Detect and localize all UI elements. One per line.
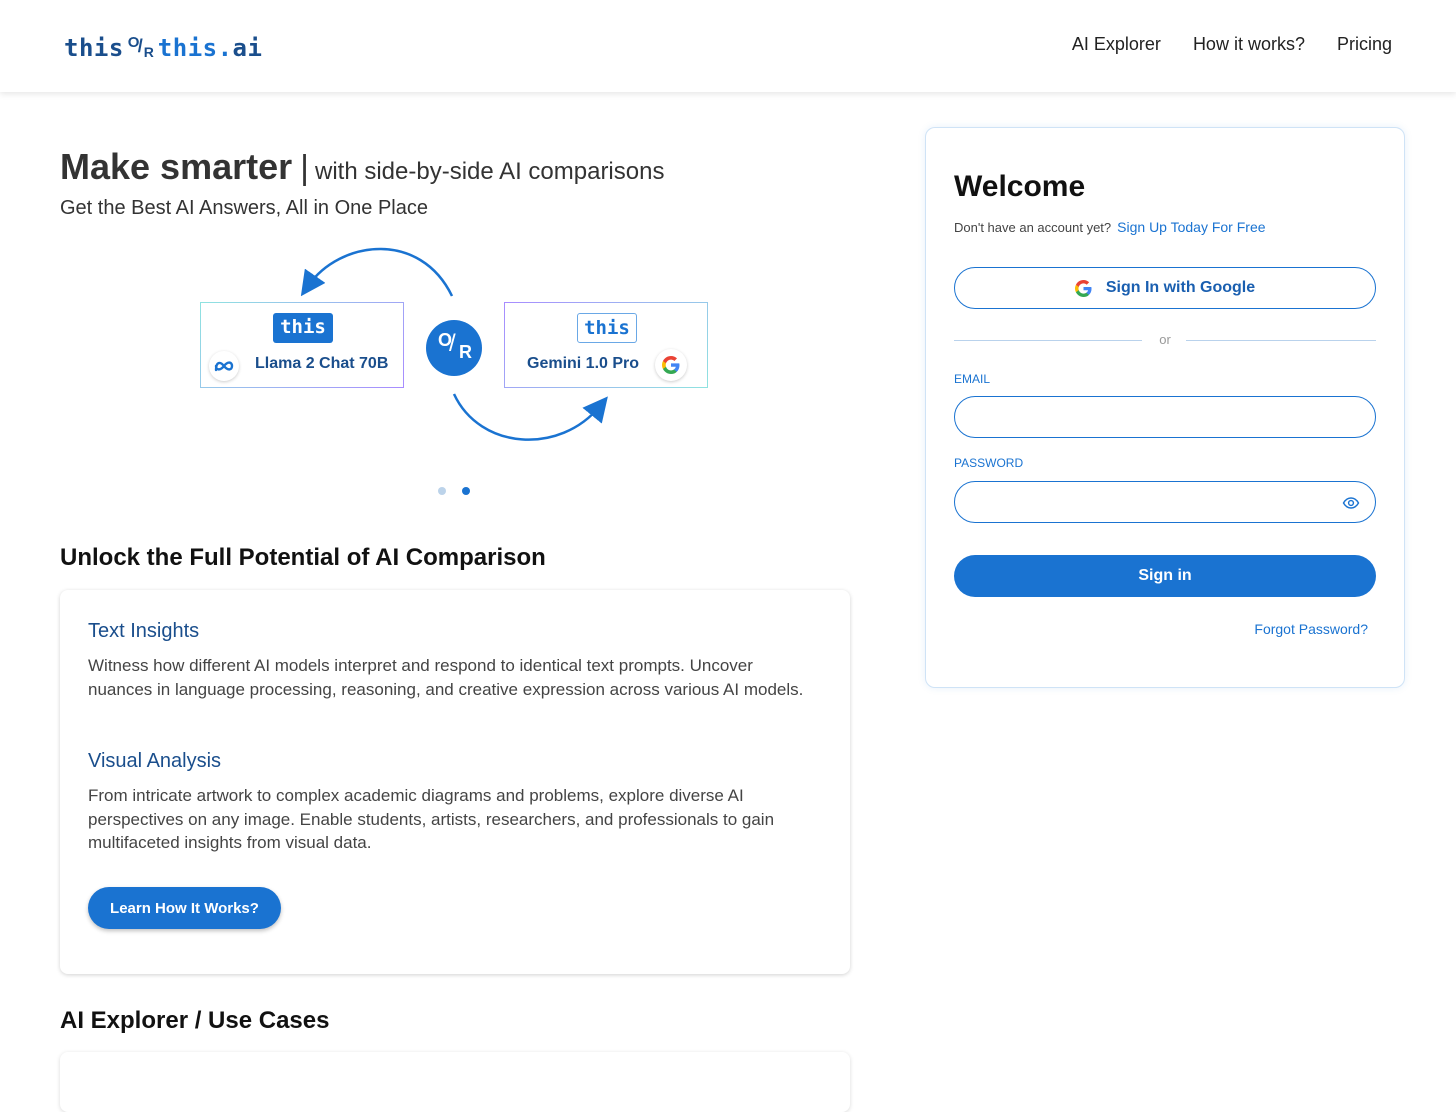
logo-this-left: this [64, 34, 124, 62]
email-label: EMAIL [954, 372, 991, 386]
hero-title-divider: | [300, 149, 309, 187]
password-field[interactable] [954, 481, 1376, 523]
signup-prompt: Don't have an account yet? Sign Up Today … [954, 219, 1266, 235]
google-signin-button[interactable]: Sign In with Google [954, 267, 1376, 309]
explorer-card [60, 1052, 850, 1112]
model-card-right: this Gemini 1.0 Pro [504, 302, 708, 388]
feature-title-visual-analysis: Visual Analysis [88, 750, 222, 772]
logo-ai: ai [232, 34, 263, 62]
eye-icon[interactable] [1342, 494, 1360, 512]
logo-or-slash: / [137, 36, 144, 56]
hero-title: Make smarter | with side-by-side AI compar… [60, 146, 664, 188]
divider-line-right [1186, 340, 1376, 341]
top-header: this O / R this . ai AI Explorer How it … [0, 0, 1456, 92]
no-account-text: Don't have an account yet? [954, 220, 1112, 235]
logo-or-mark: O / R [126, 32, 156, 62]
or-badge: O / R [426, 320, 482, 376]
features-card: Text Insights Witness how different AI m… [60, 590, 850, 974]
logo-or-r: R [143, 44, 155, 60]
model-card-left: this Llama 2 Chat 70B [200, 302, 404, 388]
google-signin-label: Sign In with Google [1105, 279, 1256, 296]
main-nav: AI Explorer How it works? Pricing [1072, 34, 1392, 55]
feature-body-visual-analysis: From intricate artwork to complex academ… [88, 786, 775, 852]
or-badge-r: R [459, 342, 472, 362]
model-name-right: Gemini 1.0 Pro [527, 355, 640, 372]
signin-button[interactable]: Sign in [954, 555, 1376, 597]
or-badge-slash: / [449, 330, 456, 357]
password-label: PASSWORD [954, 456, 1024, 470]
hero-tagline: with side-by-side AI comparisons [314, 158, 665, 185]
hero-subtitle: Get the Best AI Answers, All in One Plac… [60, 197, 428, 219]
brand-logo[interactable]: this O / R this . ai [64, 28, 262, 62]
hero-title-main: Make smarter [60, 146, 293, 187]
feature-body-text-insights: Witness how different AI models interpre… [88, 656, 804, 699]
this-tag: this [273, 313, 333, 343]
nav-pricing[interactable]: Pricing [1337, 34, 1392, 55]
nav-ai-explorer[interactable]: AI Explorer [1072, 34, 1161, 55]
comparison-graphic: this Llama 2 Chat 70B O / R this Gemini … [190, 240, 730, 460]
email-field[interactable] [954, 396, 1376, 438]
logo-this-right: this [157, 34, 218, 62]
signup-link[interactable]: Sign Up Today For Free [1117, 219, 1265, 235]
carousel-dot-1[interactable] [438, 487, 446, 495]
or-divider: or [954, 332, 1376, 348]
this-tag: this [577, 313, 637, 343]
forgot-password-link[interactable]: Forgot Password? [1254, 621, 1368, 637]
feature-title-text-insights: Text Insights [88, 620, 200, 642]
meta-icon [209, 351, 239, 381]
carousel-dot-2-active[interactable] [462, 487, 470, 495]
model-name-left: Llama 2 Chat 70B [255, 355, 389, 372]
google-icon [655, 349, 687, 381]
features-heading: Unlock the Full Potential of AI Comparis… [60, 544, 546, 571]
google-icon [1074, 279, 1092, 297]
learn-how-it-works-button[interactable]: Learn How It Works? [88, 887, 281, 929]
nav-how-it-works[interactable]: How it works? [1193, 34, 1305, 55]
logo-dot: . [217, 34, 233, 62]
carousel-dots [438, 487, 470, 495]
login-card: Welcome Don't have an account yet? Sign U… [925, 127, 1405, 688]
explorer-heading: AI Explorer / Use Cases [60, 1007, 330, 1034]
login-title: Welcome [954, 170, 1086, 203]
